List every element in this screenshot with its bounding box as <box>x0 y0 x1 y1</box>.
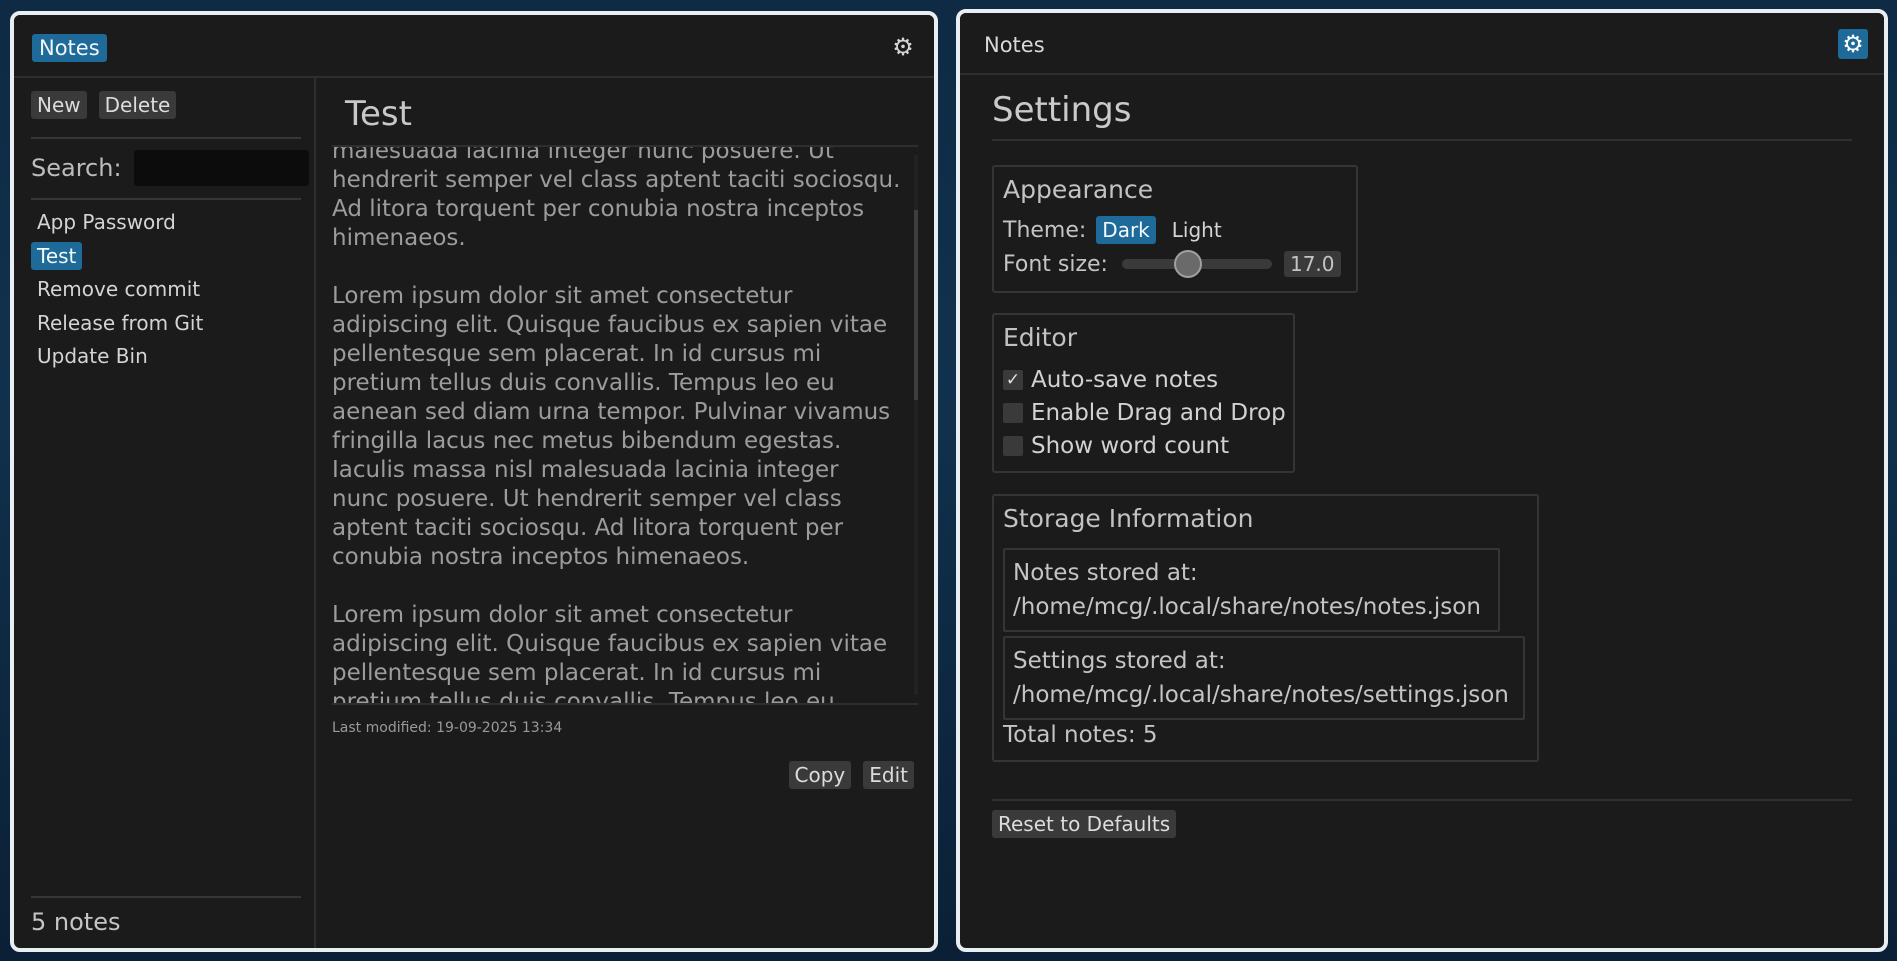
theme-label: Theme: <box>1003 217 1087 243</box>
note-list: App Password Test Remove commit Release … <box>31 207 209 375</box>
drag-drop-checkbox[interactable]: Enable Drag and Drop <box>1003 400 1286 426</box>
new-button[interactable]: New <box>31 91 87 119</box>
notes-path-label: Notes stored at: <box>1013 560 1198 586</box>
editor-group: Editor ✓ Auto-save notes Enable Drag and… <box>992 313 1295 473</box>
divider <box>31 896 301 898</box>
search-label: Search: <box>31 154 122 182</box>
note-label: App Password <box>37 210 176 234</box>
sidebar: New Delete Search: App Password Test Rem… <box>14 78 316 948</box>
search-input[interactable] <box>133 150 309 186</box>
checkbox-icon[interactable] <box>1003 436 1023 456</box>
copy-button[interactable]: Copy <box>788 761 852 789</box>
checkbox-label: Show word count <box>1031 433 1230 459</box>
theme-light-option[interactable]: Light <box>1166 216 1228 244</box>
gear-icon[interactable]: ⚙ <box>888 32 918 62</box>
notes-path-box: Notes stored at: /home/mcg/.local/share/… <box>1003 548 1500 632</box>
settings-path-box: Settings stored at: /home/mcg/.local/sha… <box>1003 636 1525 720</box>
notes-path: /home/mcg/.local/share/notes/notes.json <box>1013 594 1481 620</box>
auto-save-checkbox[interactable]: ✓ Auto-save notes <box>1003 367 1218 393</box>
appearance-heading: Appearance <box>1003 175 1154 204</box>
gear-icon[interactable]: ⚙ <box>1838 29 1868 59</box>
checkbox-label: Enable Drag and Drop <box>1031 400 1286 426</box>
word-count-checkbox[interactable]: Show word count <box>1003 433 1229 459</box>
divider <box>992 139 1852 141</box>
note-label: Test <box>31 241 83 270</box>
theme-dark-option[interactable]: Dark <box>1096 216 1156 244</box>
font-size-slider[interactable] <box>1121 250 1272 278</box>
app-title[interactable]: Notes <box>32 34 107 62</box>
divider <box>992 799 1852 801</box>
storage-heading: Storage Information <box>1003 504 1254 533</box>
list-item[interactable]: Update Bin <box>31 341 209 375</box>
appearance-group: Appearance Theme: Dark Light Font size: … <box>992 165 1358 293</box>
editor-heading: Editor <box>1003 323 1077 352</box>
title-bar: Notes ⚙ <box>960 13 1884 75</box>
settings-window: Notes ⚙ Settings Appearance Theme: Dark … <box>956 9 1888 952</box>
divider <box>31 137 301 139</box>
note-label: Remove commit <box>37 277 201 301</box>
delete-button[interactable]: Delete <box>98 91 177 119</box>
page-title: Settings <box>992 90 1132 130</box>
note-text: malesuada lacinia integer nunc posuere. … <box>332 145 901 705</box>
scroll-thumb[interactable] <box>914 210 918 400</box>
scrollbar[interactable] <box>914 155 918 695</box>
note-label: Update Bin <box>37 344 148 368</box>
checkbox-icon[interactable] <box>1003 403 1023 423</box>
edit-button[interactable]: Edit <box>863 761 914 789</box>
list-item[interactable]: Test <box>31 241 209 275</box>
note-body[interactable]: malesuada lacinia integer nunc posuere. … <box>332 145 918 705</box>
font-size-value[interactable]: 17.0 <box>1283 251 1341 277</box>
slider-handle[interactable] <box>1174 250 1203 278</box>
settings-path: /home/mcg/.local/share/notes/settings.js… <box>1013 682 1509 708</box>
note-title: Test <box>345 94 412 134</box>
reset-defaults-button[interactable]: Reset to Defaults <box>992 810 1177 838</box>
font-size-label: Font size: <box>1003 251 1108 277</box>
title-bar: Notes ⚙ <box>14 15 934 78</box>
last-modified: Last modified: 19-09-2025 13:34 <box>332 720 563 736</box>
note-label: Release from Git <box>37 310 204 335</box>
notes-window: Notes ⚙ New Delete Search: App Password … <box>10 11 938 952</box>
checkbox-checked-icon[interactable]: ✓ <box>1003 370 1023 390</box>
settings-path-label: Settings stored at: <box>1013 648 1226 674</box>
note-count: 5 notes <box>31 908 121 936</box>
app-title[interactable]: Notes <box>984 33 1045 57</box>
list-item[interactable]: Release from Git <box>31 308 209 342</box>
total-notes: Total notes: 5 <box>1003 722 1158 748</box>
divider <box>31 198 301 200</box>
list-item[interactable]: Remove commit <box>31 274 209 308</box>
list-item[interactable]: App Password <box>31 207 209 241</box>
storage-group: Storage Information Notes stored at: /ho… <box>992 494 1539 762</box>
note-view: Test malesuada lacinia integer nunc posu… <box>318 78 934 948</box>
checkbox-label: Auto-save notes <box>1031 367 1219 393</box>
